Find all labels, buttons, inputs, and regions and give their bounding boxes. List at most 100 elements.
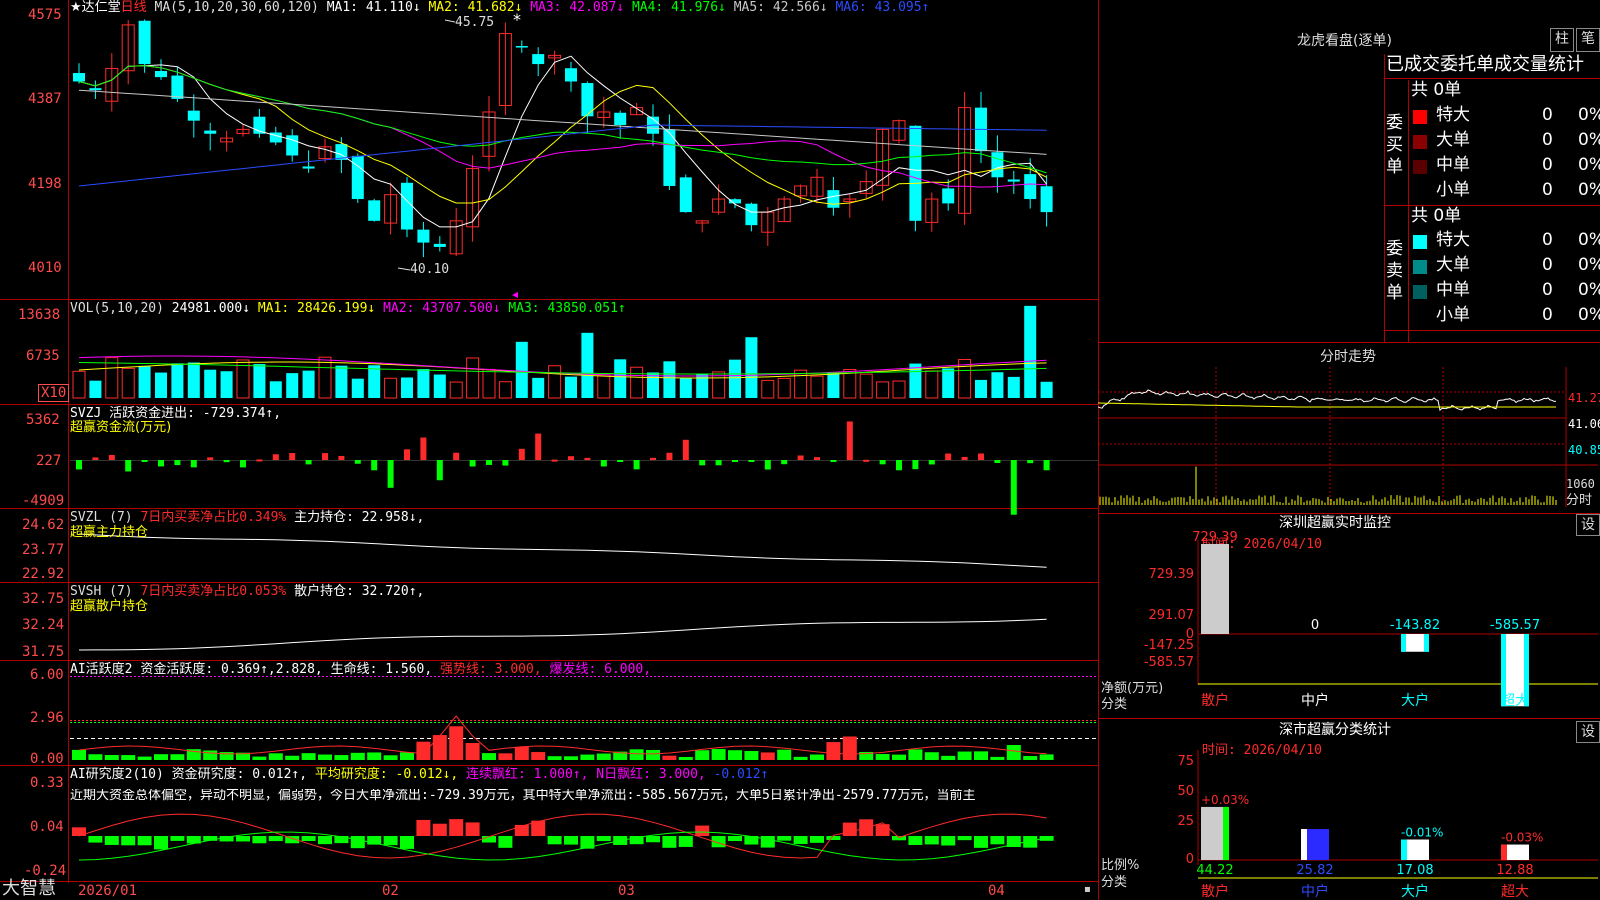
fund-bar — [387, 460, 394, 488]
research-bar — [564, 836, 578, 845]
research-bar — [842, 822, 857, 836]
volume-bar — [384, 377, 398, 399]
volume-bar — [745, 337, 758, 398]
volume-bar — [498, 381, 512, 399]
vol-y-label: 6735 — [26, 348, 60, 364]
volume-bar — [892, 380, 906, 399]
candle-body — [401, 182, 413, 230]
volume-bar — [433, 374, 446, 398]
research-bar — [662, 836, 677, 848]
volume-bar — [991, 372, 1004, 398]
fund-bar — [797, 455, 804, 460]
activity-bar — [629, 749, 644, 760]
volume-bar — [138, 365, 151, 398]
fund-bar — [1043, 460, 1050, 471]
ai2-item: 连续飘红: 1.000↑, — [466, 767, 589, 782]
sell-side-label: 委卖单 — [1386, 239, 1403, 303]
stock-name[interactable]: ★达仁堂 — [70, 0, 121, 15]
svzj-chart[interactable] — [70, 421, 1098, 515]
classify-bar-edge — [1401, 839, 1407, 860]
svsh-name: SVSH (7) — [70, 584, 133, 599]
volume-bar — [401, 377, 413, 398]
row-name: 小单 — [1436, 305, 1470, 325]
fund-bar — [551, 459, 558, 462]
activity-bar — [646, 750, 660, 760]
ai1-y-label: 0.00 — [30, 751, 64, 767]
low-price-label: 40.10 — [410, 262, 450, 277]
monitor-value-label: 729.39 — [1192, 530, 1238, 545]
vol-item: MA1: 28426.199↓ — [257, 301, 376, 316]
row-value: 0 — [1542, 280, 1553, 300]
activity-bar — [203, 750, 218, 760]
fund-bar — [535, 433, 542, 460]
ma-line — [78, 65, 1047, 188]
volume-bar — [663, 361, 676, 398]
vol-marker — [512, 292, 518, 298]
activity-bar — [760, 752, 775, 760]
volume-bar — [368, 365, 381, 398]
lhb-title: 龙虎看盘(逐单) — [1297, 33, 1392, 49]
monitor-bar-chart[interactable]: 729.39291.070-147.25-585.57729.39散户0中户-1… — [1098, 520, 1598, 710]
vol-label: VOL(5,10,20) — [70, 301, 164, 316]
ai2-header: AI研究度2(10) 资金研究度: 0.012↑, 平均研究度: -0.012↓… — [70, 768, 768, 781]
candlestick-chart[interactable] — [73, 19, 1053, 271]
monitor-bar-edge — [1401, 634, 1406, 652]
lock-icon[interactable]: ▪ — [1084, 885, 1091, 895]
research-bar — [793, 836, 808, 844]
research-bar — [547, 836, 562, 845]
volume-bar — [105, 357, 119, 399]
classify-bar-edge — [1223, 806, 1229, 860]
svsh-chart[interactable] — [78, 618, 1047, 651]
candle-body — [187, 110, 200, 121]
retail-holding-line — [78, 618, 1047, 651]
legend-swatch — [1413, 285, 1427, 299]
bar-view-button[interactable]: 柱 — [1550, 28, 1574, 52]
kline-y-label: 4198 — [28, 176, 62, 192]
activity-bar — [482, 753, 496, 760]
category-label: 分类 — [1101, 697, 1128, 712]
tick-view-button[interactable]: 笔 — [1576, 28, 1600, 52]
ai1-y-label: 2.96 — [30, 710, 64, 726]
row-percent: 0% — [1578, 130, 1600, 150]
activity-bar — [908, 749, 923, 760]
ai2-y-label: -0.24 — [24, 863, 67, 879]
research-bar — [974, 836, 988, 848]
classify-bar-edge — [1323, 829, 1329, 860]
candle-body — [89, 88, 102, 91]
intraday-chart[interactable] — [1098, 367, 1598, 512]
classify-bar-chart[interactable]: 75 50 25 0 +0.03% 44.22 散户 25.82 中户 -0.01% 17.08 大户… — [1098, 720, 1598, 900]
classify-value-label: 25.82 — [1296, 863, 1333, 878]
volume-bar — [449, 381, 463, 399]
candle-body — [1040, 186, 1053, 213]
fund-bar — [289, 453, 296, 460]
volume-bar — [515, 341, 528, 398]
svsh-desc: 7日内买卖净占比0.053% — [140, 584, 287, 599]
fund-bar — [879, 460, 886, 465]
fund-bar — [748, 460, 755, 462]
classify-value-label: 44.22 — [1196, 863, 1233, 878]
ai-activity-chart[interactable] — [70, 676, 1098, 761]
x-axis-label: 02 — [382, 883, 399, 899]
research-bar — [892, 836, 906, 841]
fund-bar — [912, 460, 919, 470]
period-label[interactable]: 日线 — [121, 0, 147, 15]
monitor-value-label: -143.82 — [1390, 618, 1440, 633]
fund-bar — [322, 453, 328, 460]
research-bar — [465, 822, 480, 836]
research-bar — [121, 836, 136, 846]
candle-body — [204, 130, 217, 134]
classify-delta-label: -0.03% — [1501, 831, 1543, 845]
activity-bar — [137, 756, 152, 760]
activity-bar — [941, 755, 956, 760]
activity-bar — [1006, 745, 1021, 760]
legend-swatch — [1413, 185, 1427, 199]
buy-total: 共 0单 — [1411, 80, 1462, 100]
x-axis-label: 04 — [988, 883, 1005, 899]
kline-y-label: 4010 — [28, 260, 62, 276]
ai-research-chart[interactable] — [72, 813, 1054, 861]
ai2-item: -0.012↑ — [713, 767, 769, 782]
svzl-chart[interactable] — [78, 533, 1047, 568]
ai2-y-label: 0.04 — [30, 819, 64, 835]
monitor-y-label: 729.39 — [1149, 567, 1195, 582]
research-bar — [646, 836, 660, 843]
